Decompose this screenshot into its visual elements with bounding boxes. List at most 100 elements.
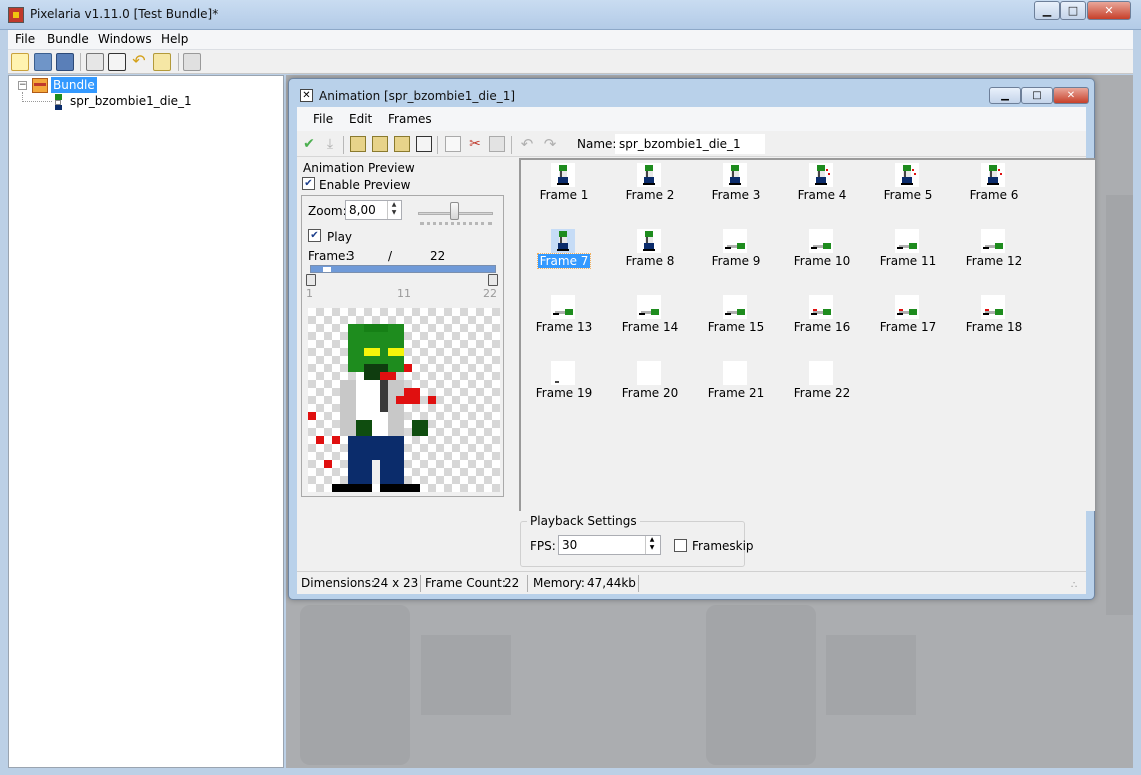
frame-current: 3 (347, 249, 355, 263)
zoom-spin-icon[interactable]: ▲ ▼ (387, 201, 400, 219)
animation-window-icon: ✕ (300, 89, 313, 102)
frame-item[interactable]: Frame 21 (693, 359, 779, 425)
frame-item[interactable]: Frame 5 (865, 161, 951, 227)
frame-thumbnail (723, 163, 747, 187)
menu-help[interactable]: Help (161, 32, 188, 46)
bundle-settings-icon[interactable] (86, 53, 104, 71)
frame-label: Frame 7 (536, 253, 592, 269)
frame-thumbnail (551, 163, 575, 187)
tree-item-bundle[interactable]: Bundle (51, 77, 97, 93)
child-maximize-button[interactable]: □ (1021, 87, 1053, 104)
frame-item[interactable]: Frame 22 (779, 359, 865, 425)
background-watermark (706, 605, 816, 765)
tick-label: 1 (306, 287, 313, 300)
enable-preview-checkbox[interactable]: ✔ (302, 177, 315, 190)
menu-file[interactable]: File (15, 32, 35, 46)
frame-label: Frame 14 (621, 320, 679, 334)
frame-item[interactable]: Frame 19 (521, 359, 607, 425)
sprite-preview-canvas (308, 308, 500, 492)
close-icon[interactable] (183, 53, 201, 71)
frame-item[interactable]: Frame 17 (865, 293, 951, 359)
frame-item[interactable]: Frame 7 (521, 227, 607, 293)
child-minimize-button[interactable]: ▁ (989, 87, 1021, 104)
paste-icon[interactable] (489, 136, 505, 152)
cut-icon[interactable]: ✂ (467, 136, 483, 152)
frame-label: Frame: (308, 249, 350, 263)
playback-settings-group: Playback Settings FPS: 30 ▲ ▼ Frameskip (520, 514, 754, 567)
frame-label: Frame 10 (793, 254, 851, 268)
frame-thumbnail (637, 295, 661, 319)
fps-spin-icon[interactable]: ▲ ▼ (645, 536, 658, 554)
frame-item[interactable]: Frame 3 (693, 161, 779, 227)
frame-item[interactable]: Frame 12 (951, 227, 1037, 293)
export-icon[interactable] (153, 53, 171, 71)
maximize-button[interactable]: □ (1060, 1, 1086, 20)
frame-item[interactable]: Frame 14 (607, 293, 693, 359)
minimize-button[interactable]: ▁ (1034, 1, 1060, 20)
copy-icon[interactable] (445, 136, 461, 152)
frame-position-marker (323, 267, 331, 272)
tree-connector (22, 92, 52, 102)
frame-item[interactable]: Frame 16 (779, 293, 865, 359)
frame-range-bar[interactable] (310, 265, 496, 273)
menu-windows[interactable]: Windows (98, 32, 152, 46)
frame-item[interactable]: Frame 4 (779, 161, 865, 227)
import-frame-icon[interactable] (394, 136, 410, 152)
frame-item[interactable]: Frame 15 (693, 293, 779, 359)
resize-grip-icon[interactable]: ∴ (1071, 580, 1077, 591)
undo-icon[interactable]: ↶ (519, 136, 535, 152)
new-animation-icon[interactable] (108, 53, 126, 71)
frame-item[interactable]: Frame 9 (693, 227, 779, 293)
child-close-button[interactable]: ✕ (1053, 87, 1089, 104)
new-bundle-icon[interactable] (11, 53, 29, 71)
frame-thumbnail (895, 295, 919, 319)
app-icon (8, 7, 24, 23)
window-title: Pixelaria v1.11.0 [Test Bundle]* (30, 7, 219, 21)
frame-label: Frame 3 (711, 188, 761, 202)
status-separator (420, 575, 421, 592)
frame-item[interactable]: Frame 10 (779, 227, 865, 293)
menu-edit[interactable]: Edit (349, 112, 372, 126)
menu-file[interactable]: File (313, 112, 333, 126)
frame-item[interactable]: Frame 13 (521, 293, 607, 359)
save-bundle-icon[interactable] (56, 53, 74, 71)
collapse-icon[interactable]: − (18, 81, 27, 90)
frame-thumbnail (981, 163, 1005, 187)
undo-icon[interactable]: ↶ (130, 53, 148, 71)
frame-label: Frame 20 (621, 386, 679, 400)
range-end-handle[interactable] (488, 274, 498, 286)
frame-item[interactable]: Frame 6 (951, 161, 1037, 227)
toolbar-separator (178, 53, 179, 71)
bundle-tree: − Bundle spr_bzombie1_die_1 (8, 75, 284, 768)
frame-item[interactable]: Frame 11 (865, 227, 951, 293)
frame-item[interactable]: Frame 2 (607, 161, 693, 227)
check-icon[interactable]: ✔ (301, 136, 317, 152)
frameskip-checkbox[interactable] (674, 539, 687, 552)
tree-item-animation[interactable]: spr_bzombie1_die_1 (70, 94, 192, 108)
frame-item[interactable]: Frame 20 (607, 359, 693, 425)
frame-thumbnail (637, 361, 661, 385)
play-checkbox[interactable]: ✔ (308, 229, 321, 242)
status-separator (527, 575, 528, 592)
add-frame-icon[interactable] (350, 136, 366, 152)
menu-bundle[interactable]: Bundle (47, 32, 89, 46)
range-start-handle[interactable] (306, 274, 316, 286)
menu-frames[interactable]: Frames (388, 112, 432, 126)
zoom-slider-thumb[interactable] (450, 202, 459, 220)
frame-item[interactable]: Frame 8 (607, 227, 693, 293)
preview-title: Animation Preview (303, 161, 415, 175)
frame-item[interactable]: Frame 18 (951, 293, 1037, 359)
background-watermark (300, 605, 410, 765)
download-icon[interactable]: ⤓ (322, 136, 338, 152)
name-field[interactable] (615, 134, 765, 154)
edit-frame-icon[interactable] (416, 136, 432, 152)
frame-thumbnail (981, 229, 1005, 253)
tick-label: 22 (483, 287, 497, 300)
memory-label: Memory: (533, 576, 585, 590)
frame-total: 22 (430, 249, 446, 263)
frame-item[interactable]: Frame 1 (521, 161, 607, 227)
redo-icon[interactable]: ↷ (542, 136, 558, 152)
open-bundle-icon[interactable] (34, 53, 52, 71)
insert-frame-icon[interactable] (372, 136, 388, 152)
close-button[interactable]: ✕ (1087, 1, 1131, 20)
